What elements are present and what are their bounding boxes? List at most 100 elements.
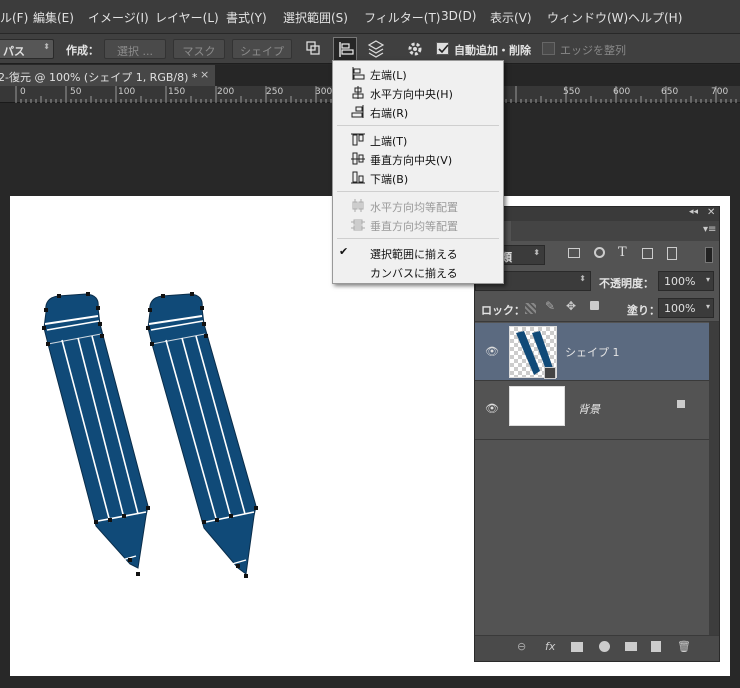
document-tab[interactable]: 2-復元 @ 100% (シェイプ 1, RGB/8) * × [0,65,215,86]
menu-select[interactable]: 選択範囲(S) [283,9,348,26]
close-icon[interactable]: × [200,68,209,81]
menu-item-label: 水平方向中央(H) [370,88,453,101]
align-right-icon [351,105,364,118]
menu-item-align-to-canvas[interactable]: カンバスに揃える [333,262,503,281]
align-top-icon [351,133,365,146]
mask-button[interactable]: マスク [173,39,225,59]
close-icon[interactable]: ✕ [707,207,715,218]
path-operations-icon[interactable] [301,37,325,61]
menu-bar: ル(F) 編集(E) イメージ(I) レイヤー(L) 書式(Y) 選択範囲(S)… [0,0,740,33]
menu-edit[interactable]: 編集(E) [33,9,74,26]
menu-window[interactable]: ウィンドウ(W) [547,9,628,26]
menu-item-align-hcenter[interactable]: 水平方向中央(H) [333,83,503,102]
adjustment-filter-icon[interactable] [594,247,605,258]
type-filter-icon[interactable]: T [618,245,627,260]
menu-layer[interactable]: レイヤー(L) [155,9,219,26]
link-icon[interactable]: ⊖ [517,640,526,653]
distribute-horizontal-icon [352,199,364,212]
adjustment-icon[interactable] [599,641,610,652]
menu-separator [337,125,499,126]
checkmark-icon: ✔ [339,245,349,258]
menu-filter[interactable]: フィルター(T) [364,9,440,26]
eye-icon[interactable]: 👁 [485,402,499,415]
fill-label: 塗り： [627,304,660,317]
chevron-down-icon[interactable]: ▾ [706,275,710,284]
path-alignment-icon[interactable] [333,37,357,61]
lock-label: ロック： [481,304,525,317]
menu-item-align-to-selection[interactable]: ✔ 選択範囲に揃える [333,243,503,262]
path-arrangement-icon[interactable] [364,37,388,61]
layer-filter-row: 種類 ⬍ T [475,241,719,269]
align-left-icon [352,67,365,80]
lock-paint-icon[interactable]: ✎ [545,299,555,313]
lock-all-icon[interactable] [590,301,599,310]
gear-icon[interactable] [403,37,427,61]
select-button[interactable]: 選択 ... [104,39,166,59]
shape-button[interactable]: シェイプ [232,39,292,59]
auto-add-delete-checkbox[interactable] [436,42,449,55]
layer-name[interactable]: シェイプ 1 [565,344,620,360]
collapse-icon[interactable]: ◂◂ [689,207,698,217]
vector-mask-icon [544,367,556,379]
menu-item-distribute-vertical[interactable]: 垂直方向均等配置 [333,215,503,234]
menu-view[interactable]: 表示(V) [490,9,532,26]
align-edges-checkbox[interactable] [542,42,555,55]
lock-position-icon[interactable]: ✥ [566,299,576,313]
smart-object-filter-icon[interactable] [667,247,677,260]
layer-name[interactable]: 背景 [578,401,600,417]
menu-image[interactable]: イメージ(I) [88,9,149,26]
mode-value: パス [3,45,25,58]
ruler-label: 250 [266,87,284,97]
menu-3d[interactable]: 3D(D) [441,9,476,23]
folder-icon[interactable] [625,642,637,651]
menu-item-align-bottom[interactable]: 下端(B) [333,168,503,187]
menu-item-align-top[interactable]: 上端(T) [333,130,503,149]
new-layer-icon[interactable] [651,641,661,652]
auto-add-delete-label: 自動追加・削除 [454,44,531,57]
menu-item-label: 垂直方向均等配置 [370,220,458,233]
fx-icon[interactable]: fx [545,640,555,653]
layers-panel: ◂◂ ✕ ー ▾≡ 種類 ⬍ T ⬍ 不透明度： 100% ▾ ロック： ✎ [474,206,720,662]
panel-titlebar: ◂◂ ✕ [475,207,719,221]
panel-tab-row: ー ▾≡ [475,221,719,241]
ruler-label: 550 [563,87,581,97]
fill-value: 100% [664,302,696,315]
mask-icon[interactable] [571,642,583,652]
document-title: 2-復元 @ 100% (シェイプ 1, RGB/8) * [0,71,198,84]
pixel-filter-icon[interactable] [568,248,580,258]
menu-item-label: カンバスに揃える [370,267,458,280]
eye-icon[interactable]: 👁 [485,345,499,358]
menu-file[interactable]: ル(F) [0,9,28,26]
opacity-input[interactable]: 100% ▾ [658,271,714,291]
menu-item-label: 選択範囲に揃える [370,248,458,261]
menu-item-align-vcenter[interactable]: 垂直方向中央(V) [333,149,503,168]
shape-filter-icon[interactable] [642,248,653,259]
ruler-label: 300 [315,87,333,97]
trash-icon[interactable]: 🗑 [677,640,691,653]
layer-row-shape[interactable]: 👁 シェイプ 1 [475,323,709,381]
ruler-label: 650 [661,87,679,97]
menu-item-distribute-horizontal[interactable]: 水平方向均等配置 [333,196,503,215]
menu-help[interactable]: ヘルプ(H) [628,9,682,26]
panel-scrollbar[interactable] [709,322,719,635]
chevron-down-icon[interactable]: ▾ [706,302,710,311]
menu-item-align-left[interactable]: 左端(L) [333,64,503,83]
menu-item-align-right[interactable]: 右端(R) [333,102,503,121]
menu-type[interactable]: 書式(Y) [226,9,267,26]
pencil-shape-right [146,292,258,578]
layer-row-background[interactable]: 👁 背景 [475,382,709,440]
ruler-label: 200 [217,87,235,97]
fill-input[interactable]: 100% ▾ [658,298,714,318]
panel-menu-icon[interactable]: ▾≡ [703,224,716,235]
lock-fill-row: ロック： ✎ ✥ 塗り： 100% ▾ [475,295,719,322]
menu-item-label: 水平方向均等配置 [370,201,458,214]
filter-toggle[interactable] [705,247,713,263]
align-vcenter-icon [351,152,365,165]
ruler-label: 50 [70,87,82,97]
ruler-label: 0 [20,87,26,97]
updown-icon: ⬍ [579,274,586,283]
opacity-label: 不透明度： [599,277,654,290]
ruler-label: 100 [118,87,136,97]
mode-select[interactable]: パス ⬍ [0,39,54,59]
lock-transparent-icon[interactable] [525,303,536,314]
